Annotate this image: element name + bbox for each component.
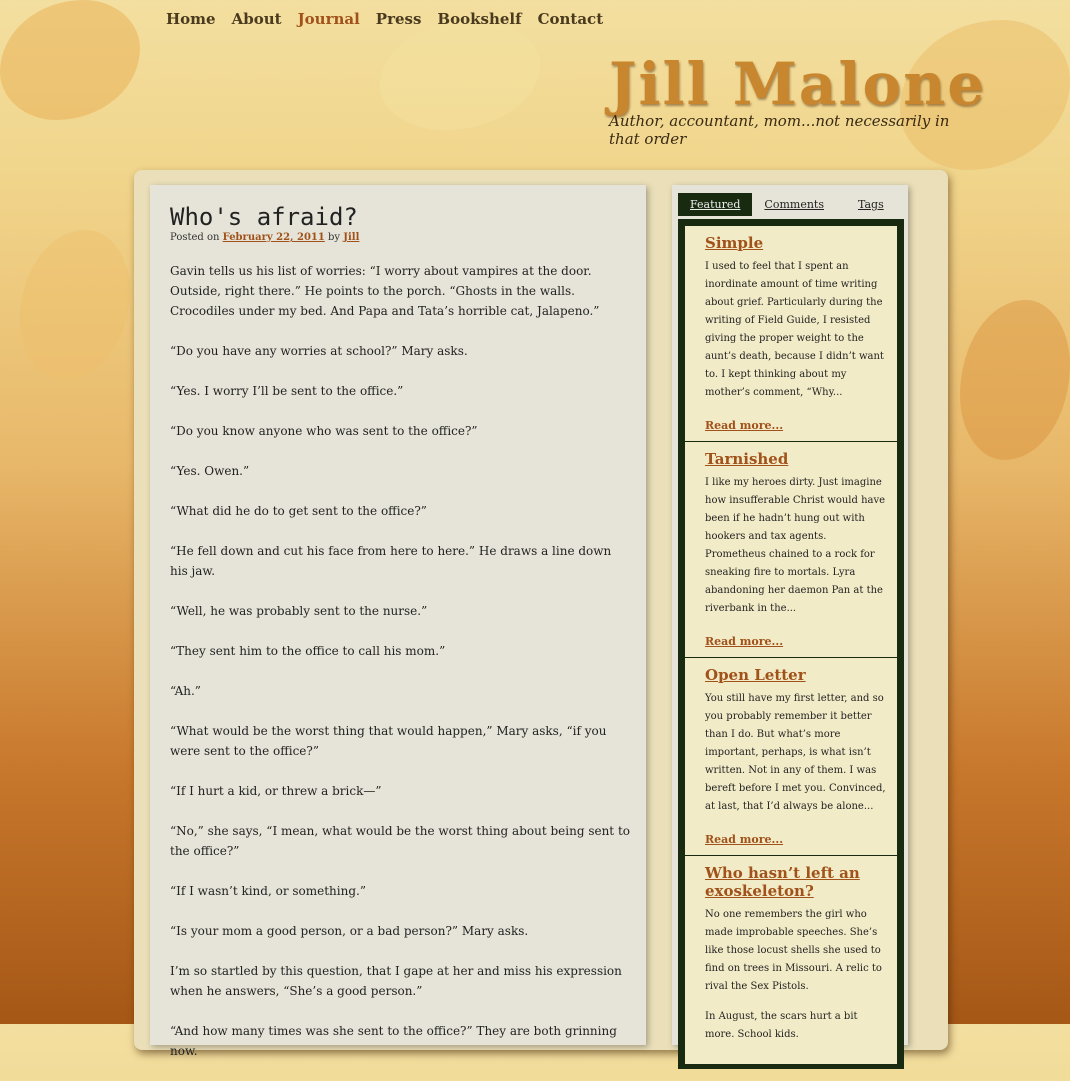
tab-comments[interactable]: Comments [752,193,836,216]
post-paragraph: I’m so startled by this question, that I… [170,964,622,998]
post-date-link[interactable]: February 22, 2011 [223,232,325,243]
sidebar-tabs: Featured Comments Tags [678,193,896,216]
featured-item-excerpt: You still have my first letter, and so y… [705,693,886,812]
post-paragraph: “If I wasn’t kind, or something.” [170,884,366,898]
read-more-link[interactable]: Read more... [705,833,783,846]
post-paragraph: “No,” she says, “I mean, what would be t… [170,824,630,858]
featured-panel: Simple I used to feel that I spent an in… [678,219,904,1069]
site-tagline: Author, accountant, mom...not necessaril… [609,112,950,148]
nav-contact[interactable]: Contact [538,10,604,28]
post-paragraph: “Well, he was probably sent to the nurse… [170,604,428,618]
nav-home[interactable]: Home [166,10,216,28]
featured-item: Simple I used to feel that I spent an in… [685,226,897,442]
featured-item: Open Letter You still have my first lett… [685,658,897,856]
sidebar: Featured Comments Tags Simple I used to … [672,185,908,1069]
post-paragraph: “They sent him to the office to call his… [170,644,446,658]
post-paragraph: “And how many times was she sent to the … [170,1024,617,1058]
featured-item-excerpt: I used to feel that I spent an inordinat… [705,261,884,398]
post-author-link[interactable]: Jill [343,232,359,243]
background-leaf [380,20,540,130]
featured-list: Simple I used to feel that I spent an in… [685,226,897,1065]
background-leaf [20,230,130,380]
post-body: Gavin tells us his list of worries: “I w… [170,261,630,1081]
read-more-link[interactable]: Read more... [705,419,783,432]
featured-item: Who hasn’t left an exoskeleton? No one r… [685,856,897,1065]
post-paragraph: “Yes. Owen.” [170,464,250,478]
featured-item-title[interactable]: Tarnished [705,450,889,468]
post-paragraph: “Do you know anyone who was sent to the … [170,424,478,438]
post-meta: Posted on February 22, 2011 by Jill [170,232,359,243]
nav-bookshelf[interactable]: Bookshelf [437,10,521,28]
background-leaf [960,300,1070,460]
nav-about[interactable]: About [232,10,282,28]
nav-press[interactable]: Press [376,10,422,28]
post-paragraph: “If I hurt a kid, or threw a brick—” [170,784,382,798]
site-title[interactable]: Jill Malone [609,50,986,118]
featured-item-excerpt: In August, the scars hurt a bit more. Sc… [705,1011,858,1040]
tab-tags[interactable]: Tags [846,193,896,216]
featured-item-title[interactable]: Simple [705,234,889,252]
featured-item: Tarnished I like my heroes dirty. Just i… [685,442,897,658]
background-leaf [0,0,140,120]
featured-item-excerpt: I like my heroes dirty. Just imagine how… [705,477,886,614]
tab-featured[interactable]: Featured [678,193,753,216]
post-paragraph: Gavin tells us his list of worries: “I w… [170,264,600,318]
posted-on-label: Posted on [170,232,220,243]
post-paragraph: “What would be the worst thing that woul… [170,724,607,758]
post-title: Who's afraid? [170,203,358,231]
post-paragraph: “Is your mom a good person, or a bad per… [170,924,529,938]
post-paragraph: “What did he do to get sent to the offic… [170,504,427,518]
main-nav: Home About Journal Press Bookshelf Conta… [166,10,603,28]
featured-item-title[interactable]: Open Letter [705,666,889,684]
nav-journal[interactable]: Journal [298,10,360,28]
post-paragraph: “Yes. I worry I’ll be sent to the office… [170,384,404,398]
featured-item-title[interactable]: Who hasn’t left an exoskeleton? [705,864,889,900]
by-label: by [328,232,341,243]
post-paragraph: “Do you have any worries at school?” Mar… [170,344,468,358]
read-more-link[interactable]: Read more... [705,635,783,648]
post-paragraph: “He fell down and cut his face from here… [170,544,612,578]
post: Who's afraid? Posted on February 22, 201… [150,185,646,1058]
post-paragraph: “Ah.” [170,684,201,698]
featured-item-excerpt: No one remembers the girl who made impro… [705,909,882,992]
